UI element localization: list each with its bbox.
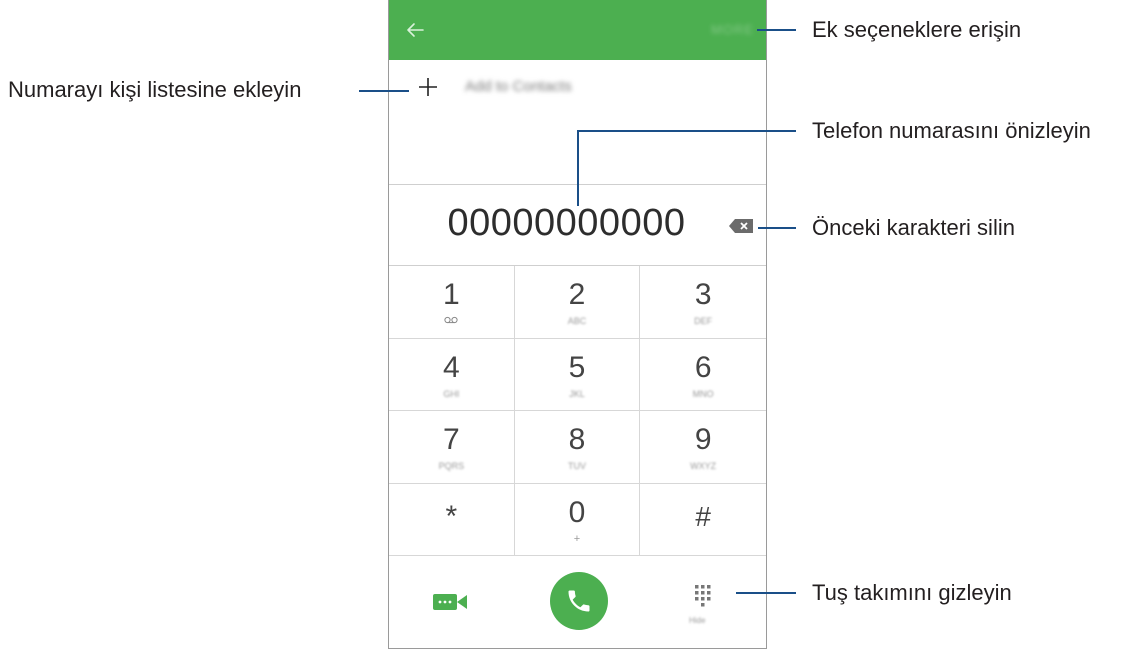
callout-line-delete <box>758 227 796 229</box>
key-2[interactable]: 2 ABC <box>514 266 641 339</box>
back-arrow-icon[interactable] <box>403 18 427 42</box>
callout-preview-number: Telefon numarasını önizleyin <box>812 118 1091 143</box>
video-call-icon[interactable] <box>433 592 467 612</box>
add-to-contacts-label[interactable]: Add to Contacts <box>465 78 572 95</box>
callout-line-preview <box>578 130 796 132</box>
app-bar: MORE <box>389 0 766 60</box>
key-letters: PQRS <box>438 461 465 471</box>
key-plus: + <box>573 532 581 545</box>
key-letters: MNO <box>692 388 714 399</box>
phone-icon <box>568 590 590 612</box>
callout-add-to-contacts: Numarayı kişi listesine ekleyin <box>8 77 302 102</box>
key-4[interactable]: 4 GHI <box>389 338 515 411</box>
key-digit: 0 <box>568 495 586 529</box>
callout-delete-char: Önceki karakteri silin <box>812 215 1015 240</box>
dialpad-icon[interactable] <box>694 584 712 608</box>
phone-screen: MORE Add to Contacts 00000000000 1 2 ABC <box>388 0 767 649</box>
key-digit: * <box>445 499 458 533</box>
callout-line-add <box>359 90 409 92</box>
key-letters: GHI <box>443 388 460 399</box>
backspace-icon[interactable] <box>728 218 754 234</box>
phone-number-preview: 00000000000 <box>447 202 686 244</box>
key-letters: TUV <box>567 461 586 471</box>
key-8[interactable]: 8 TUV <box>514 411 641 484</box>
key-6[interactable]: 6 MNO <box>640 339 766 411</box>
key-3[interactable]: 3 DEF <box>640 266 766 339</box>
callout-line-hide <box>736 592 796 594</box>
key-hash[interactable]: # <box>640 484 766 556</box>
key-digit: 2 <box>568 278 586 311</box>
key-9[interactable]: 9 WXYZ <box>640 411 766 484</box>
callout-line-preview-vertical <box>577 130 579 206</box>
key-letters: JKL <box>569 388 585 399</box>
key-digit: 1 <box>442 278 460 311</box>
plus-icon[interactable] <box>417 76 439 98</box>
callout-hide-keypad: Tuş takımını gizleyin <box>812 580 1012 605</box>
key-7[interactable]: 7 PQRS <box>389 411 515 484</box>
key-digit: 5 <box>568 350 586 384</box>
key-digit: 4 <box>442 350 460 384</box>
key-digit: 7 <box>442 423 460 456</box>
key-0[interactable]: 0 + <box>514 483 641 556</box>
callout-line-more <box>757 29 796 31</box>
key-1[interactable]: 1 <box>389 266 515 339</box>
bottom-actions: Hide <box>389 556 766 648</box>
key-digit: 9 <box>694 423 712 456</box>
voicemail-icon <box>444 316 458 324</box>
key-digit: 3 <box>694 278 712 311</box>
key-digit: 6 <box>694 350 712 384</box>
key-letters: WXYZ <box>690 461 717 471</box>
keypad: 1 2 ABC 3 DEF 4 GHI 5 JKL 6 MNO 7 PQRS 8… <box>389 266 766 556</box>
key-star[interactable]: * <box>389 483 515 556</box>
key-5[interactable]: 5 JKL <box>514 338 641 411</box>
key-letters: DEF <box>694 316 713 326</box>
key-digit: 8 <box>568 423 586 456</box>
call-button[interactable] <box>550 572 608 630</box>
hide-keypad-label: Hide <box>689 616 706 625</box>
key-letters: ABC <box>567 316 587 326</box>
add-to-contacts-row[interactable]: Add to Contacts <box>389 60 766 122</box>
more-button[interactable]: MORE <box>711 22 754 37</box>
key-digit: # <box>695 500 711 532</box>
callout-more-options: Ek seçeneklere erişin <box>812 17 1022 42</box>
